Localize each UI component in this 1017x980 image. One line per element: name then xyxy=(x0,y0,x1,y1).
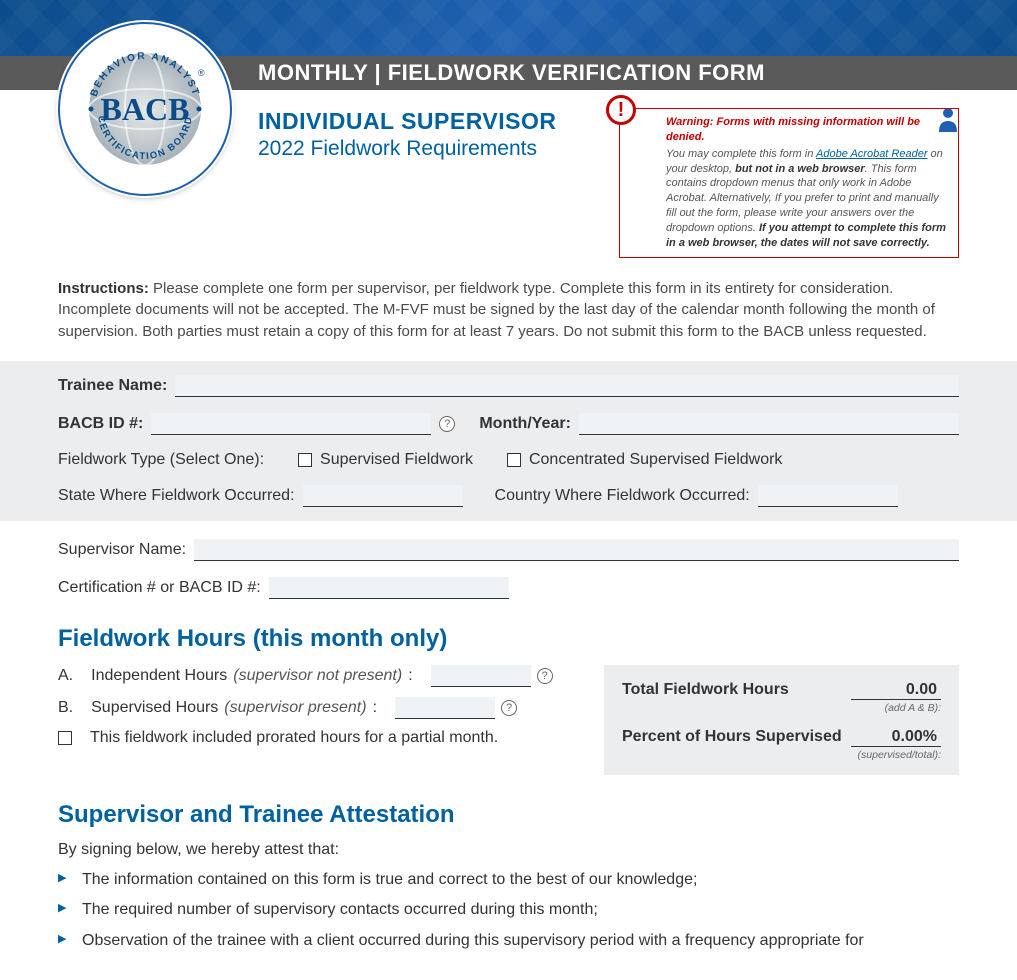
hours-a-note: (supervisor not present) xyxy=(233,667,402,685)
warning-icon: ! xyxy=(606,95,636,125)
concentrated-checkbox[interactable] xyxy=(507,453,521,467)
fieldwork-type-label: Fieldwork Type (Select One): xyxy=(58,451,264,469)
instructions-label: Instructions: xyxy=(58,280,149,297)
attestation-item: The information contained on this form i… xyxy=(58,869,959,891)
cert-input[interactable] xyxy=(269,577,509,599)
state-label: State Where Fieldwork Occurred: xyxy=(58,487,295,505)
month-year-input[interactable] xyxy=(579,413,959,435)
warning-text-1: You may complete this form in xyxy=(666,148,816,160)
attestation-intro: By signing below, we hereby attest that: xyxy=(58,841,959,859)
attestation-heading: Supervisor and Trainee Attestation xyxy=(58,801,959,829)
form-title: MONTHLY | FIELDWORK VERIFICATION FORM xyxy=(258,60,765,86)
hours-a-colon: : xyxy=(408,667,412,685)
supervised-help-icon[interactable]: ? xyxy=(501,700,517,716)
hours-b-label: Supervised Hours xyxy=(91,699,218,717)
warning-box: ! Warning: Forms with missing informatio… xyxy=(619,108,959,258)
prorated-checkbox[interactable] xyxy=(58,731,72,745)
supervisor-section: Supervisor Name: Certification # or BACB… xyxy=(58,521,959,599)
trainee-name-label: Trainee Name: xyxy=(58,377,167,395)
supervised-checkbox[interactable] xyxy=(298,453,312,467)
bacb-id-input[interactable] xyxy=(151,413,431,435)
bacb-logo: BEHAVIOR ANALYST CERTIFICATION BOARD BAC… xyxy=(58,22,232,196)
warning-bold-1: but not in a web browser xyxy=(735,163,865,175)
attestation-item: Observation of the trainee with a client… xyxy=(58,930,959,952)
total-hours-value: 0.00 xyxy=(851,681,941,700)
hours-summary-box: Total Fieldwork Hours 0.00 (add A & B): … xyxy=(604,665,959,775)
concentrated-option: Concentrated Supervised Fieldwork xyxy=(529,451,782,469)
hours-b-note: (supervisor present) xyxy=(224,699,366,717)
bacb-help-icon[interactable]: ? xyxy=(439,416,455,432)
total-hours-label: Total Fieldwork Hours xyxy=(622,681,789,699)
subtitle-requirements: 2022 Fieldwork Requirements xyxy=(258,137,609,161)
instructions: Instructions: Please complete one form p… xyxy=(58,278,959,343)
trainee-section: Trainee Name: BACB ID #: ? Month/Year: F… xyxy=(0,361,1017,521)
percent-supervised-note: (supervised/total): xyxy=(622,749,941,761)
trainee-name-input[interactable] xyxy=(175,375,959,397)
hours-b-letter: B. xyxy=(58,699,73,717)
supervisor-name-input[interactable] xyxy=(194,539,959,561)
independent-hours-input[interactable] xyxy=(431,665,531,687)
fieldwork-hours-heading: Fieldwork Hours (this month only) xyxy=(58,625,959,653)
bacb-id-label: BACB ID #: xyxy=(58,415,143,433)
prorated-label: This fieldwork included prorated hours f… xyxy=(90,729,498,747)
subtitle-supervisor: INDIVIDUAL SUPERVISOR xyxy=(258,108,609,135)
country-label: Country Where Fieldwork Occurred: xyxy=(495,487,750,505)
percent-supervised-label: Percent of Hours Supervised xyxy=(622,728,842,746)
instructions-text: Please complete one form per supervisor,… xyxy=(58,280,935,341)
country-input[interactable] xyxy=(758,485,898,507)
adobe-reader-link[interactable]: Adobe Acrobat Reader xyxy=(816,148,928,160)
warning-title: Warning: Forms with missing information … xyxy=(666,115,948,145)
independent-help-icon[interactable]: ? xyxy=(537,668,553,684)
attestation-list: The information contained on this form i… xyxy=(58,869,959,952)
supervisor-name-label: Supervisor Name: xyxy=(58,541,186,559)
cert-label: Certification # or BACB ID #: xyxy=(58,579,261,597)
supervised-hours-input[interactable] xyxy=(395,697,495,719)
percent-supervised-value: 0.00% xyxy=(851,728,941,747)
hours-b-colon: : xyxy=(373,699,377,717)
month-year-label: Month/Year: xyxy=(479,415,571,433)
bacb-logo-svg: BEHAVIOR ANALYST CERTIFICATION BOARD BAC… xyxy=(70,34,220,184)
hours-a-label: Independent Hours xyxy=(91,667,227,685)
total-hours-note: (add A & B): xyxy=(622,702,941,714)
hours-a-letter: A. xyxy=(58,667,73,685)
attestation-item: The required number of supervisory conta… xyxy=(58,899,959,921)
supervised-option: Supervised Fieldwork xyxy=(320,451,473,469)
state-input[interactable] xyxy=(303,485,463,507)
svg-text:®: ® xyxy=(198,68,205,78)
svg-text:BACB: BACB xyxy=(101,91,190,127)
